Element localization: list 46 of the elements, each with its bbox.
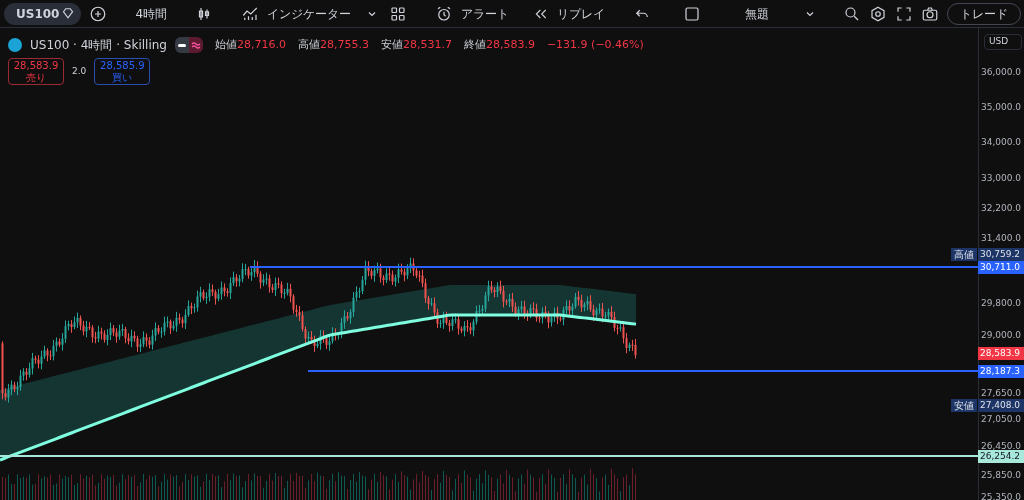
price-tag: 30,759.2 bbox=[978, 248, 1024, 261]
plus-circle-icon[interactable] bbox=[89, 4, 108, 23]
spread-value: 2.0 bbox=[72, 64, 87, 78]
currency-select[interactable]: USD bbox=[984, 34, 1022, 50]
interval-button[interactable]: 4時間 bbox=[131, 4, 172, 23]
price-axis-label: 27,050.0 bbox=[981, 413, 1022, 426]
price-axis-label: 32,200.0 bbox=[981, 202, 1022, 215]
grid-icon[interactable] bbox=[389, 4, 408, 23]
camera-icon[interactable] bbox=[921, 4, 940, 23]
price-axis-label: 36,000.0 bbox=[981, 66, 1022, 79]
sell-button[interactable]: 28,583.9 売り bbox=[8, 58, 64, 85]
price-tag: 28,583.9 bbox=[978, 347, 1024, 360]
ohlc-value: 始値28,716.0 bbox=[214, 36, 286, 53]
visibility-toggle[interactable] bbox=[174, 37, 203, 53]
price-tag-label: 高値 bbox=[951, 248, 977, 261]
wave-icon bbox=[190, 41, 201, 49]
symbol-search[interactable]: US100 bbox=[4, 2, 82, 25]
replay-button[interactable]: リプレイ bbox=[529, 4, 610, 23]
price-axis-label: 34,000.0 bbox=[981, 136, 1022, 149]
price-tag: 30,711.0 bbox=[978, 261, 1024, 274]
square-icon[interactable] bbox=[683, 4, 702, 23]
price-axis-label: 31,400.0 bbox=[981, 232, 1022, 245]
price-axis-label: 27,650.0 bbox=[981, 387, 1022, 400]
price-axis-label: 29,000.0 bbox=[981, 329, 1022, 342]
indicators-button[interactable]: インジケーター bbox=[237, 4, 356, 23]
settings-icon[interactable] bbox=[869, 4, 888, 23]
price-tag: 28,187.3 bbox=[978, 365, 1024, 378]
symbol-logo-icon bbox=[8, 38, 22, 52]
price-tag: 26,254.2 bbox=[978, 450, 1024, 463]
price-tag: 27,408.0 bbox=[978, 399, 1024, 412]
price-axis-label: 26,450.0 bbox=[981, 440, 1022, 452]
ohlc-value: 安値28,531.7 bbox=[380, 36, 452, 53]
alert-button[interactable]: アラート bbox=[431, 4, 514, 23]
symbol-text[interactable]: US100 bbox=[16, 4, 60, 23]
price-axis-label: 25,850.0 bbox=[981, 469, 1022, 482]
price-axis-label: 29,800.0 bbox=[981, 297, 1022, 310]
fullscreen-icon[interactable] bbox=[895, 4, 914, 23]
price-axis-label: 33,000.0 bbox=[981, 172, 1022, 185]
layout-name-button[interactable]: 無題 bbox=[741, 4, 774, 23]
ohlc-value: 終値28,583.9 bbox=[463, 36, 535, 53]
price-tag-label: 安値 bbox=[951, 399, 977, 412]
price-axis-label: 35,000.0 bbox=[981, 101, 1022, 114]
buy-button[interactable]: 28,585.9 買い bbox=[94, 58, 151, 85]
chart-title: US100 · 4時間 · Skilling bbox=[30, 37, 167, 54]
change-value: −131.9 (−0.46%) bbox=[546, 36, 644, 53]
ohlc-value: 高値28,755.3 bbox=[297, 36, 369, 53]
